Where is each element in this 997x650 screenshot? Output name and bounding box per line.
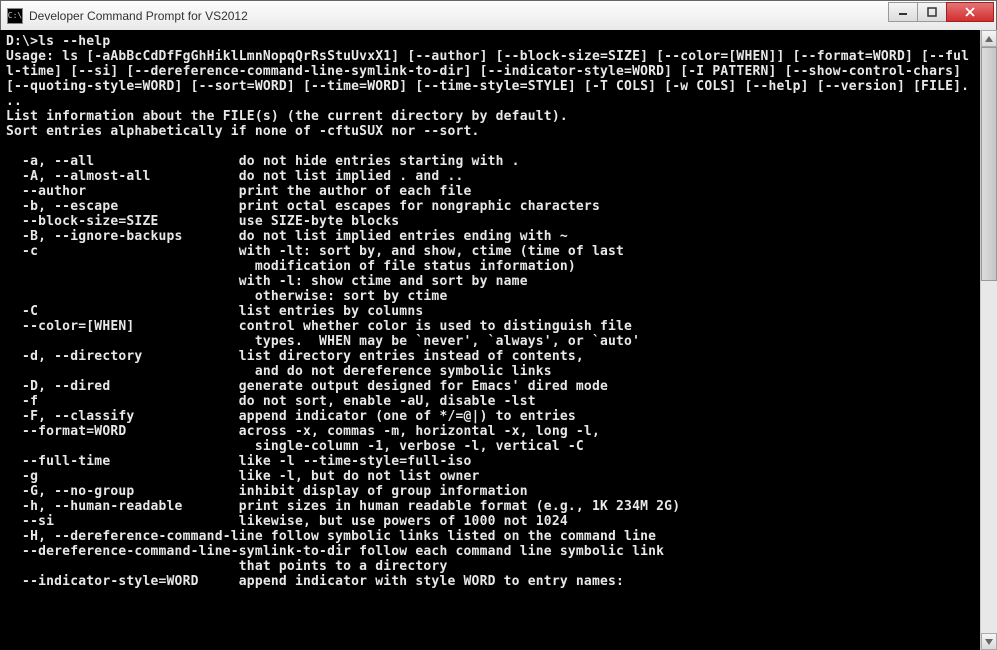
close-icon [965,7,975,17]
vertical-scrollbar[interactable] [980,30,997,650]
option-line: -B, --ignore-backups do not list implied… [6,229,568,244]
option-line: --author print the author of each file [6,184,472,199]
description: Sort entries alphabetically if none of -… [6,124,480,139]
option-line: -a, --all do not hide entries starting w… [6,154,520,169]
scrollbar-track[interactable] [981,47,997,633]
command: ls --help [38,34,110,49]
option-line: types. WHEN may be `never', `always', or… [6,334,640,349]
console-output[interactable]: D:\>ls --help Usage: ls [-aAbBcCdDfFgGhH… [0,30,980,593]
console-content-area: D:\>ls --help Usage: ls [-aAbBcCdDfFgGhH… [0,30,980,650]
option-line: modification of file status information) [6,259,576,274]
scroll-down-button[interactable] [981,633,997,650]
option-line: --si likewise, but use powers of 1000 no… [6,514,568,529]
option-line: --dereference-command-line-symlink-to-di… [6,544,664,559]
option-line: -h, --human-readable print sizes in huma… [6,499,680,514]
option-line: that points to a directory [6,559,447,574]
usage-line: .. [6,94,22,109]
usage-line: Usage: ls [-aAbBcCdDfFgGhHiklLmnNopqQrRs… [6,49,969,64]
window-controls [889,2,994,22]
option-line: -b, --escape print octal escapes for non… [6,199,600,214]
option-line: -A, --almost-all do not list implied . a… [6,169,464,184]
window-title: Developer Command Prompt for VS2012 [29,9,889,23]
option-line: --full-time like -l --time-style=full-is… [6,454,472,469]
option-line: --color=[WHEN] control whether color is … [6,319,632,334]
console-text: D:\>ls --help Usage: ls [-aAbBcCdDfFgGhH… [6,34,974,589]
option-line: --format=WORD across -x, commas -m, hori… [6,424,600,439]
option-line: -F, --classify append indicator (one of … [6,409,576,424]
option-line: -D, --dired generate output designed for… [6,379,608,394]
close-button[interactable] [946,2,994,22]
app-icon: C:\ [7,8,23,24]
chevron-up-icon [985,36,993,42]
option-line: -f do not sort, enable -aU, disable -lst [6,394,536,409]
titlebar[interactable]: C:\ Developer Command Prompt for VS2012 [1,1,996,31]
prompt: D:\> [6,34,38,49]
option-line: -c with -lt: sort by, and show, ctime (t… [6,244,624,259]
maximize-button[interactable] [917,2,947,22]
option-line: -g like -l, but do not list owner [6,469,480,484]
option-line: with -l: show ctime and sort by name [6,274,528,289]
minimize-icon [898,7,908,17]
option-line: otherwise: sort by ctime [6,289,447,304]
scrollbar-thumb[interactable] [981,47,997,281]
option-line: single-column -1, verbose -l, vertical -… [6,439,584,454]
scroll-up-button[interactable] [981,30,997,47]
option-line: --indicator-style=WORD append indicator … [6,574,624,589]
minimize-button[interactable] [888,2,918,22]
usage-line: l-time] [--si] [--dereference-command-li… [6,64,961,79]
command-prompt-window: C:\ Developer Command Prompt for VS2012 … [0,0,997,650]
option-line: --block-size=SIZE use SIZE-byte blocks [6,214,399,229]
option-line: -H, --dereference-command-line follow sy… [6,529,656,544]
maximize-icon [927,7,937,17]
option-line: and do not dereference symbolic links [6,364,552,379]
option-line: -d, --directory list directory entries i… [6,349,584,364]
description: List information about the FILE(s) (the … [6,109,568,124]
usage-line: [--quoting-style=WORD] [--sort=WORD] [--… [6,79,969,94]
chevron-down-icon [985,639,993,645]
option-line: -C list entries by columns [6,304,423,319]
option-line: -G, --no-group inhibit display of group … [6,484,528,499]
